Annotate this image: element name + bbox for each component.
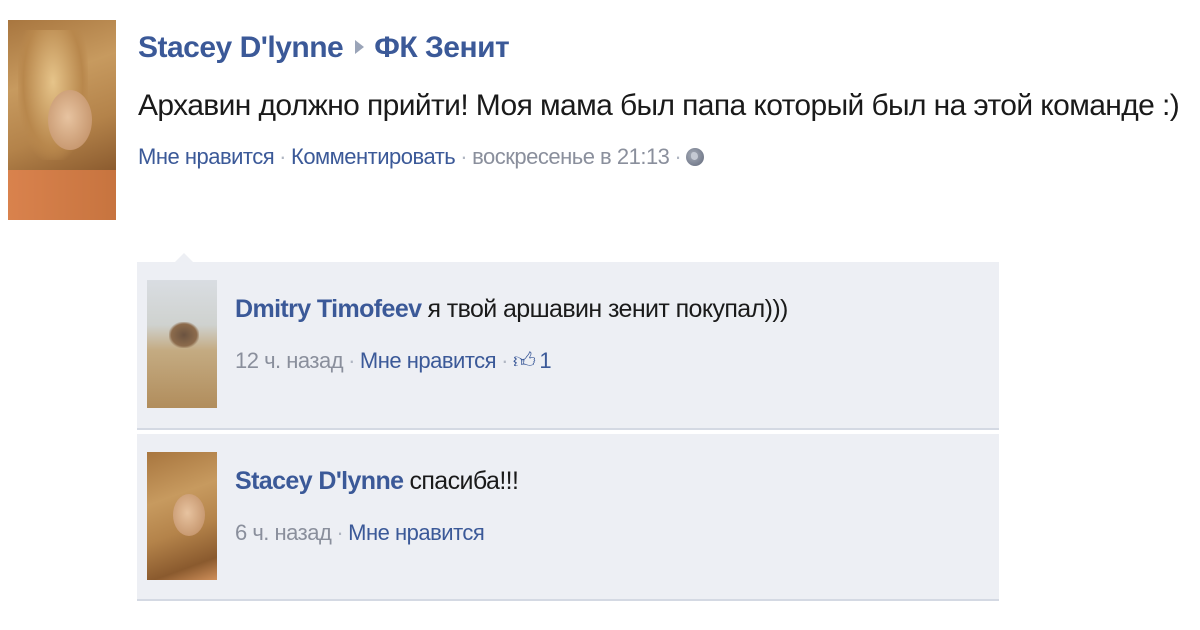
separator: · — [674, 144, 682, 169]
like-link[interactable]: Мне нравится — [138, 144, 275, 169]
globe-icon[interactable] — [686, 148, 705, 166]
post-target-link[interactable]: ФК Зенит — [374, 31, 509, 64]
comment-author-avatar[interactable] — [147, 280, 217, 408]
arrow-right-icon — [355, 40, 365, 55]
comments-section: Dmitry Timofeev я твой аршавин зенит поку… — [137, 253, 999, 602]
comment-author-link[interactable]: Stacey D'lynne — [235, 467, 404, 495]
comment-text: спасиба!!! — [409, 467, 519, 495]
facebook-post: Stacey D'lynne ФК Зенит Архавин должно пр… — [0, 0, 1200, 630]
comment-actions: 6 ч. назад · Мне нравится — [235, 518, 518, 548]
comment-body: Dmitry Timofeev я твой аршавин зенит поку… — [235, 292, 788, 376]
comments-pointer — [175, 253, 193, 262]
comment-item: Dmitry Timofeev я твой аршавин зенит поку… — [137, 262, 999, 430]
comment-like-link[interactable]: Мне нравится — [360, 348, 497, 373]
comment-timestamp[interactable]: 6 ч. назад — [235, 520, 332, 545]
post-timestamp[interactable]: воскресенье в 21:13 — [472, 144, 670, 169]
comment-timestamp[interactable]: 12 ч. назад — [235, 348, 344, 373]
post-text: Архавин должно прийти! Моя мама был папа… — [138, 89, 1180, 122]
comment-link[interactable]: Комментировать — [291, 144, 456, 169]
comment-text: я твой аршавин зенит покупал))) — [427, 295, 788, 323]
thumbs-up-icon[interactable]: 👍︎ — [513, 346, 536, 376]
comment-actions: 12 ч. назад · Мне нравится · 👍︎ 1 — [235, 346, 788, 376]
post-author-avatar[interactable] — [8, 20, 116, 220]
separator: · — [348, 348, 355, 373]
post-header: Stacey D'lynne ФК Зенит — [138, 28, 1180, 68]
post-author-link[interactable]: Stacey D'lynne — [138, 31, 344, 64]
separator: · — [336, 520, 344, 545]
separator: · — [279, 144, 286, 169]
separator: · — [501, 348, 508, 373]
comment-line: Dmitry Timofeev я твой аршавин зенит поку… — [235, 292, 788, 326]
separator: · — [460, 144, 468, 169]
like-count[interactable]: 1 — [539, 348, 551, 373]
post-actions: Мне нравится · Комментировать · воскресенье … — [138, 142, 1180, 172]
comment-body: Stacey D'lynne спасиба!!! 6 ч. назад · Мне … — [235, 464, 519, 548]
comment-line: Stacey D'lynne спасиба!!! — [235, 464, 519, 498]
post-body: Stacey D'lynne ФК Зенит Архавин должно пр… — [138, 28, 1180, 172]
comment-author-link[interactable]: Dmitry Timofeev — [235, 295, 422, 323]
comment-item: Stacey D'lynne спасиба!!! 6 ч. назад · Мне … — [137, 434, 999, 601]
comment-author-avatar[interactable] — [147, 452, 217, 580]
comment-like-link[interactable]: Мне нравится — [348, 520, 485, 545]
